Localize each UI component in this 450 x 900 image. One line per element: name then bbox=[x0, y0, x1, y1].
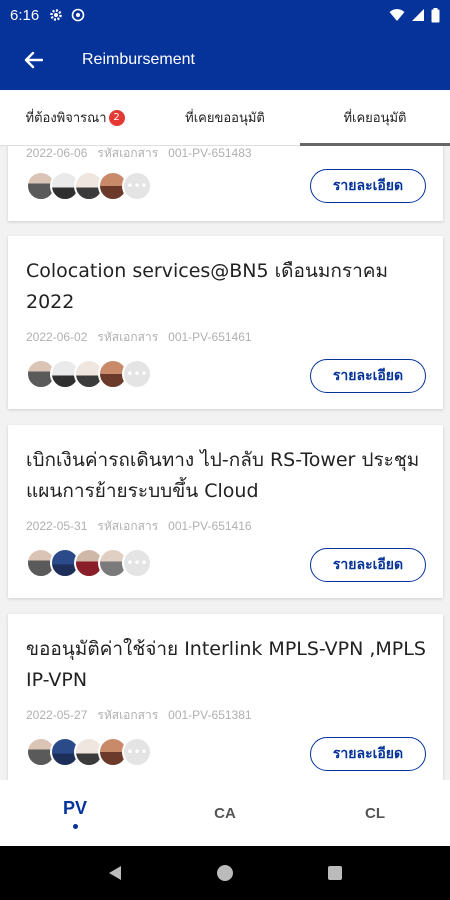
tab-bar: ที่ต้องพิจารณา 2 ที่เคยขออนุมัติ ที่เคยอ… bbox=[0, 90, 450, 146]
more-avatars-icon: ••• bbox=[122, 737, 152, 767]
approver-avatars: ••• bbox=[26, 171, 152, 201]
approver-avatars: ••• bbox=[26, 737, 152, 767]
tab-approved[interactable]: ที่เคยอนุมัติ bbox=[300, 90, 450, 146]
wifi-icon bbox=[389, 9, 405, 21]
card-meta: 2022-06-06 รหัสเอกสาร 001-PV-651483 bbox=[26, 146, 262, 163]
card-title: เบิกเงินค่ารถเดินทาง ไป-กลับ RS-Tower ปร… bbox=[26, 449, 420, 502]
app-bar: Reimbursement bbox=[0, 30, 450, 90]
active-indicator bbox=[72, 823, 78, 829]
detail-button[interactable]: รายละเอียด bbox=[310, 169, 426, 203]
nav-pv[interactable]: PV bbox=[0, 780, 150, 846]
nav-label: PV bbox=[62, 797, 87, 818]
arrow-left-icon bbox=[24, 51, 43, 69]
card-title: ขออนุมัติค่าใช้จ่าย Interlink MPLS-VPN ,… bbox=[26, 638, 426, 691]
tab-pending[interactable]: ที่ต้องพิจารณา 2 bbox=[0, 90, 150, 145]
doc-number: 001-PV-651381 bbox=[168, 708, 252, 722]
page-title: Reimbursement bbox=[82, 51, 195, 68]
approver-avatars: ••• bbox=[26, 548, 152, 578]
doc-number: 001-PV-651416 bbox=[168, 519, 252, 533]
card-meta: 2022-05-31 รหัสเอกสาร 001-PV-651416 bbox=[26, 517, 262, 536]
back-button[interactable] bbox=[0, 30, 66, 90]
card-date: 2022-05-31 bbox=[26, 519, 88, 533]
back-triangle-icon[interactable] bbox=[106, 864, 124, 882]
tab-requested[interactable]: ที่เคยขออนุมัติ bbox=[150, 90, 300, 145]
more-avatars-icon: ••• bbox=[122, 359, 152, 389]
doc-number: 001-PV-651461 bbox=[168, 330, 252, 344]
detail-button[interactable]: รายละเอียด bbox=[310, 548, 426, 582]
list-item[interactable]: 2022-06-06 รหัสเอกสาร 001-PV-651483 ••• รา… bbox=[8, 146, 443, 221]
reimbursement-list[interactable]: 2022-06-06 รหัสเอกสาร 001-PV-651483 ••• รา… bbox=[0, 146, 450, 780]
nav-ca[interactable]: CA bbox=[150, 780, 300, 846]
detail-button[interactable]: รายละเอียด bbox=[310, 737, 426, 771]
signal-icon bbox=[412, 9, 424, 21]
card-meta: 2022-05-27 รหัสเอกสาร 001-PV-651381 bbox=[26, 706, 262, 725]
bottom-nav: PV CA CL bbox=[0, 780, 450, 846]
doc-label: รหัสเอกสาร bbox=[97, 708, 159, 722]
more-avatars-icon: ••• bbox=[122, 171, 152, 201]
list-item[interactable]: ขออนุมัติค่าใช้จ่าย Interlink MPLS-VPN ,… bbox=[8, 614, 443, 780]
approver-avatars: ••• bbox=[26, 359, 152, 389]
system-nav-bar bbox=[0, 846, 450, 900]
settings-gear-icon bbox=[50, 9, 62, 21]
tab-label: ที่เคยขออนุมัติ bbox=[185, 111, 265, 126]
card-date: 2022-06-02 bbox=[26, 330, 88, 344]
card-date: 2022-05-27 bbox=[26, 708, 88, 722]
doc-label: รหัสเอกสาร bbox=[97, 146, 159, 160]
tab-label: ที่ต้องพิจารณา bbox=[25, 111, 107, 126]
home-circle-icon[interactable] bbox=[216, 864, 234, 882]
battery-icon bbox=[431, 7, 440, 22]
nav-label: CA bbox=[214, 804, 236, 822]
list-item[interactable]: เบิกเงินค่ารถเดินทาง ไป-กลับ RS-Tower ปร… bbox=[8, 425, 443, 598]
recents-square-icon[interactable] bbox=[326, 864, 344, 882]
doc-label: รหัสเอกสาร bbox=[97, 330, 159, 344]
status-bar: 6:16 bbox=[0, 0, 450, 30]
more-avatars-icon: ••• bbox=[122, 548, 152, 578]
detail-button[interactable]: รายละเอียด bbox=[310, 359, 426, 393]
nav-cl[interactable]: CL bbox=[300, 780, 450, 846]
card-title: Colocation services@BN5 เดือนมกราคม 2022 bbox=[26, 260, 389, 313]
status-time: 6:16 bbox=[10, 6, 40, 24]
card-meta: 2022-06-02 รหัสเอกสาร 001-PV-651461 bbox=[26, 328, 262, 347]
nav-label: CL bbox=[365, 804, 385, 822]
pending-count-badge: 2 bbox=[108, 109, 125, 126]
tab-label: ที่เคยอนุมัติ bbox=[343, 111, 407, 126]
doc-number: 001-PV-651483 bbox=[168, 146, 252, 160]
data-saver-icon bbox=[71, 8, 85, 22]
doc-label: รหัสเอกสาร bbox=[97, 519, 159, 533]
list-item[interactable]: Colocation services@BN5 เดือนมกราคม 2022… bbox=[8, 236, 443, 409]
card-date: 2022-06-06 bbox=[26, 146, 88, 160]
